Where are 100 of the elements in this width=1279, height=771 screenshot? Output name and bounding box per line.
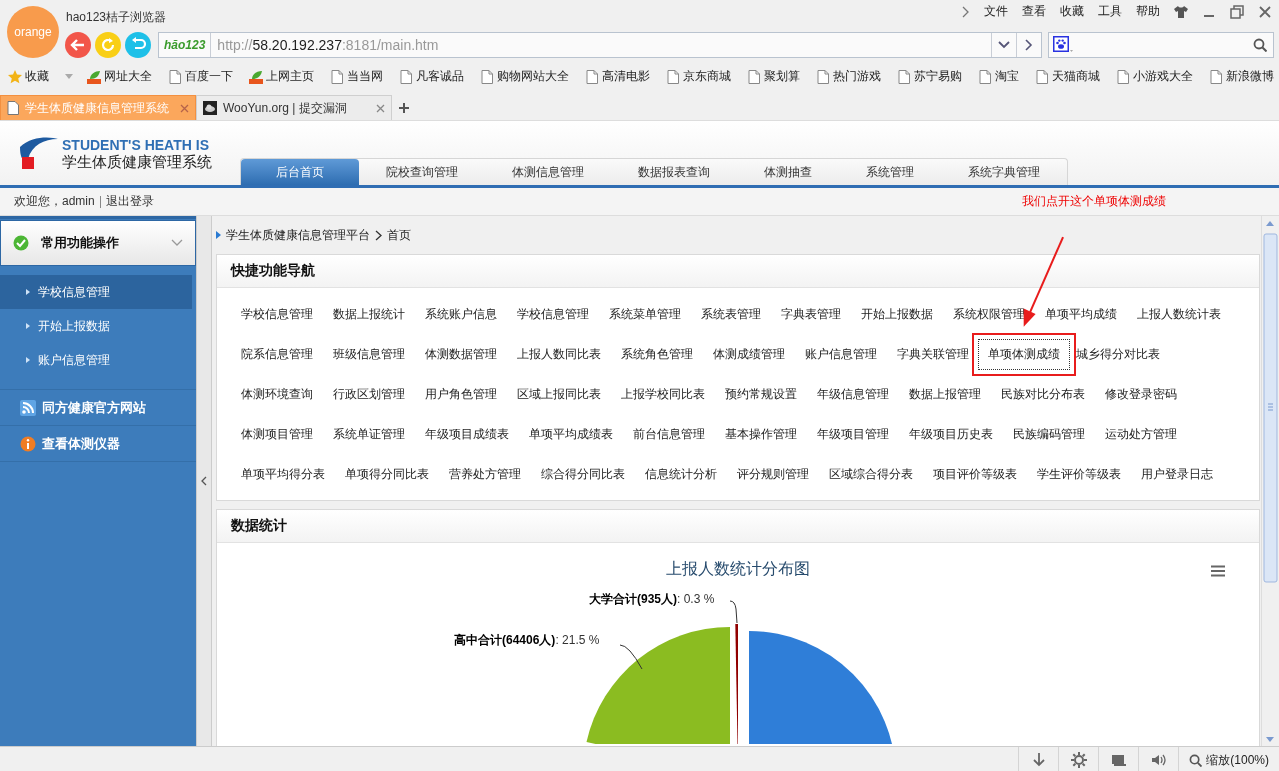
quick-link[interactable]: 系统权限管理 [953,305,1025,323]
chevron-down-icon[interactable] [171,239,183,247]
quick-link[interactable]: 体测环境查询 [241,385,313,403]
bookmark-link[interactable]: 收藏 [0,68,57,85]
dropdown-icon[interactable] [998,41,1010,50]
quick-link[interactable]: 项目评价等级表 [933,465,1017,483]
quick-link[interactable]: 数据上报管理 [909,385,981,403]
bookmark-link[interactable]: 小游戏大全 [1108,68,1201,85]
bookmark-link[interactable]: 高清电影 [577,68,658,85]
bookmark-link[interactable]: 淘宝 [970,68,1027,85]
menu-icon[interactable] [1211,565,1225,577]
quick-link[interactable]: 系统账户信息 [425,305,497,323]
quick-link[interactable]: 数据上报统计 [333,305,405,323]
quick-link[interactable]: 账户信息管理 [805,345,877,363]
quick-link[interactable]: 年级项目管理 [817,425,889,443]
restore-icon[interactable] [1230,4,1244,19]
bookmark-link[interactable]: 苏宁易购 [889,68,970,85]
menu-item[interactable]: 查看 [1022,3,1046,20]
quick-link[interactable]: 开始上报数据 [861,305,933,323]
quick-link[interactable]: 体测成绩管理 [713,345,785,363]
quick-link[interactable]: 行政区划管理 [333,385,405,403]
quick-link[interactable]: 班级信息管理 [333,345,405,363]
quick-link[interactable]: 系统单证管理 [333,425,405,443]
quick-link[interactable]: 城乡得分对比表 [1076,345,1160,363]
menu-item[interactable]: 帮助 [1136,3,1160,20]
quick-link[interactable]: 年级项目历史表 [909,425,993,443]
nav-tab[interactable]: 系统管理 [839,159,941,185]
quick-link[interactable]: 学校信息管理 [517,305,589,323]
breadcrumb-link[interactable]: 首页 [387,226,411,244]
bookmark-link[interactable]: 热门游戏 [808,68,889,85]
bookmark-link[interactable]: 凡客诚品 [391,68,472,85]
quick-link[interactable]: 系统表管理 [701,305,761,323]
quick-link[interactable]: 民族编码管理 [1013,425,1085,443]
quick-link[interactable]: 单项得分同比表 [345,465,429,483]
back-button[interactable] [65,32,91,59]
quick-link[interactable]: 基本操作管理 [725,425,797,443]
bookmark-link[interactable]: 网址大全 [79,68,160,85]
bookmark-link[interactable]: 百度一下 [160,68,241,85]
quick-link[interactable]: 单项平均成绩表 [529,425,613,443]
search-field[interactable] [1048,32,1274,59]
quick-link[interactable]: 年级信息管理 [817,385,889,403]
browser-tab[interactable]: WooYun.org | 提交漏洞 [196,95,392,120]
quick-link[interactable]: 学生评价等级表 [1037,465,1121,483]
quick-link[interactable]: 民族对比分布表 [1001,385,1085,403]
quick-link[interactable]: 字典关联管理 [897,345,969,363]
quick-link[interactable]: 运动处方管理 [1105,425,1177,443]
quick-link[interactable]: 前台信息管理 [633,425,705,443]
quick-link[interactable]: 单项平均得分表 [241,465,325,483]
quick-link[interactable]: 系统角色管理 [621,345,693,363]
quick-link[interactable]: 系统菜单管理 [609,305,681,323]
quick-link[interactable]: 营养处方管理 [449,465,521,483]
nav-tab[interactable]: 数据报表查询 [611,159,737,185]
quick-link[interactable]: 上报学校同比表 [621,385,705,403]
close-icon[interactable] [376,103,385,113]
bookmark-link[interactable]: 天猫商城 [1027,68,1108,85]
bookmark-link[interactable]: 购物网站大全 [472,68,577,85]
quick-link[interactable]: 体测项目管理 [241,425,313,443]
quick-link[interactable]: 年级项目成绩表 [425,425,509,443]
paw-icon[interactable] [1053,36,1073,55]
nav-tab[interactable]: 院校查询管理 [359,159,485,185]
bookmark-link[interactable]: 新浪微博 [1201,68,1279,85]
address-bar[interactable]: hăo123 http://58.20.192.237:8181/main.htm [158,32,1042,59]
quick-link[interactable]: 学校信息管理 [241,305,313,323]
logout-link[interactable]: 退出登录 [105,193,154,210]
bookmark-link[interactable]: 聚划算 [739,68,808,85]
quick-link[interactable]: 综合得分同比表 [541,465,625,483]
sidebar-item[interactable]: 账户信息管理 [0,343,192,377]
quick-link[interactable]: 上报人数统计表 [1137,305,1221,323]
zoom-control[interactable]: 缩放(100%) [1178,747,1279,771]
sidebar-item[interactable]: 学校信息管理 [0,275,192,309]
quick-link[interactable]: 字典表管理 [781,305,841,323]
breadcrumb-link[interactable]: 学生体质健康信息管理平台 [226,226,370,244]
quick-link[interactable]: 用户角色管理 [425,385,497,403]
collapse-handle-icon[interactable] [201,476,207,486]
close-icon[interactable] [1258,4,1272,19]
quick-link[interactable]: 评分规则管理 [737,465,809,483]
bookmark-link[interactable]: 上网主页 [241,68,322,85]
quick-link[interactable]: 上报人数同比表 [517,345,601,363]
sidebar-item[interactable]: 开始上报数据 [0,309,192,343]
quick-link[interactable]: 院系信息管理 [241,345,313,363]
nav-tab[interactable]: 系统字典管理 [941,159,1067,185]
quick-link[interactable]: 区域上报同比表 [517,385,601,403]
nav-tab[interactable]: 后台首页 [241,159,359,185]
quick-link[interactable]: 区域综合得分表 [829,465,913,483]
quick-link[interactable]: 预约常规设置 [725,385,797,403]
quick-link[interactable]: 用户登录日志 [1141,465,1213,483]
shirt-icon[interactable] [1174,5,1188,18]
search-icon[interactable] [1253,38,1267,53]
bookmark-link[interactable]: 当当网 [322,68,391,85]
menu-item[interactable]: 文件 [984,3,1008,20]
sidebar-link[interactable]: 同方健康官方网站 [0,390,196,426]
sidebar-group-header[interactable]: 常用功能操作 [0,220,196,266]
nav-tab[interactable]: 体测抽查 [737,159,839,185]
quick-link[interactable]: 单项体测成绩 [972,332,1076,376]
bookmark-link[interactable]: 京东商城 [658,68,739,85]
chevron-right-icon[interactable] [962,5,970,18]
quick-link[interactable]: 修改登录密码 [1105,385,1177,403]
menu-item[interactable]: 工具 [1098,3,1122,20]
quick-link[interactable]: 信息统计分析 [645,465,717,483]
menu-item[interactable]: 收藏 [1060,3,1084,20]
